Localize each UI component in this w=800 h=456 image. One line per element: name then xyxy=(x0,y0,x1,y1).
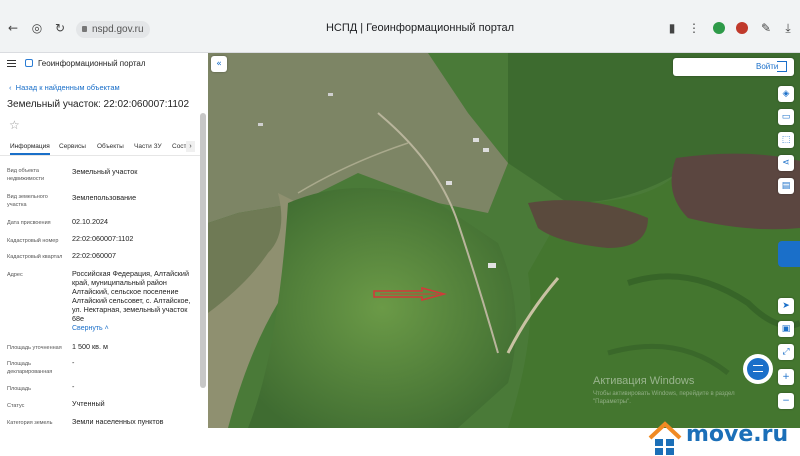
field-label: Дата присвоения xyxy=(7,220,51,226)
activation-watermark-text: Чтобы активировать Windows, перейдите в … xyxy=(593,391,735,405)
collapse-address-link[interactable]: Свернуть ˄ xyxy=(72,325,109,332)
field-value: Землепользование xyxy=(72,193,137,202)
tab-title: НСПД | Геоинформационный портал xyxy=(325,22,515,34)
extension-icon[interactable] xyxy=(736,22,748,34)
fullscreen-icon[interactable]: ⤢ xyxy=(778,344,794,360)
field-value: Учтенный xyxy=(72,399,105,408)
chat-icon xyxy=(747,358,769,380)
field-value: Земли населенных пунктов xyxy=(72,417,164,426)
activation-watermark-title: Активация Windows xyxy=(593,375,695,387)
select-area-icon[interactable]: ⬚ xyxy=(778,132,794,148)
field-label: Кадастровый номер xyxy=(7,238,59,244)
chat-button[interactable] xyxy=(743,354,773,384)
field-label: Площадь xyxy=(7,386,31,392)
field-value: Российская Федерация, Алтайский край, му… xyxy=(72,269,191,323)
bookmark-icon[interactable]: ▮ xyxy=(664,20,680,36)
field-value: - xyxy=(72,382,75,391)
field-label: Кадастровый квартал xyxy=(7,254,63,260)
share-icon[interactable]: ⋖ xyxy=(778,155,794,171)
image-icon[interactable]: ▣ xyxy=(778,321,794,337)
more-icon[interactable]: ⋮ xyxy=(686,20,702,36)
extensions-puzzle-icon[interactable]: ✎ xyxy=(758,20,774,36)
house-logo-icon xyxy=(648,421,682,455)
tab-services[interactable]: Сервисы xyxy=(59,143,86,150)
zoom-in-button[interactable]: + xyxy=(778,369,794,385)
field-label: Статус xyxy=(7,403,25,409)
page-title: Земельный участок: 22:02:060007:1102 xyxy=(7,99,190,110)
login-icon xyxy=(777,61,787,72)
field-label: Вид объекта недвижимости xyxy=(7,168,45,182)
tab-information[interactable]: Информация xyxy=(10,143,50,155)
field-value: 02.10.2024 xyxy=(72,217,108,226)
move-ru-logo: move.ru xyxy=(646,418,800,456)
login-button[interactable]: Войти xyxy=(673,58,794,76)
field-value: 1 500 кв. м xyxy=(72,342,108,351)
location-marker[interactable] xyxy=(372,287,448,301)
field-value: Земельный участок xyxy=(72,167,138,176)
tabs-next-button[interactable]: › xyxy=(186,141,195,152)
extension-icon[interactable] xyxy=(713,22,725,34)
profile-icon[interactable]: ◎ xyxy=(29,20,45,36)
panel-scrollbar[interactable] xyxy=(200,113,206,388)
field-label: Вид земельного участка xyxy=(7,194,48,208)
login-label: Войти xyxy=(756,62,779,71)
field-value: - xyxy=(72,358,75,367)
browser-toolbar: ← ◎ ↻ nspd.gov.ru НСПД | Геоинформационн… xyxy=(0,0,800,53)
lock-icon xyxy=(82,26,87,33)
field-label: Площадь уточненная xyxy=(7,345,62,351)
side-panel-tab[interactable] xyxy=(778,241,800,267)
download-icon[interactable]: ⤓ xyxy=(780,20,796,36)
info-tabs: Информация Сервисы Объекты Части ЗУ Сост… xyxy=(0,140,200,156)
reload-icon[interactable]: ↻ xyxy=(52,20,68,36)
object-info-panel: Геоинформационный портал ‹ Назад к найде… xyxy=(0,53,208,428)
field-label: Площадь декларированная xyxy=(7,361,53,375)
tab-parts[interactable]: Части ЗУ xyxy=(134,143,162,150)
address-bar[interactable]: nspd.gov.ru xyxy=(76,21,150,38)
satellite-imagery xyxy=(208,53,800,428)
field-value: 22:02:060007 xyxy=(72,251,116,260)
url-text: nspd.gov.ru xyxy=(92,24,144,35)
print-icon[interactable]: ▤ xyxy=(778,178,794,194)
favorite-star-icon[interactable]: ☆ xyxy=(9,118,20,132)
layers-icon[interactable]: ◈ xyxy=(778,86,794,102)
back-to-results-link[interactable]: ‹ Назад к найденным объектам xyxy=(9,83,120,92)
portal-name[interactable]: Геоинформационный портал xyxy=(38,59,146,68)
menu-icon[interactable] xyxy=(7,60,16,67)
my-location-icon[interactable]: ➤ xyxy=(778,298,794,314)
portal-logo-icon xyxy=(25,59,33,67)
ruler-icon[interactable]: ▭ xyxy=(778,109,794,125)
move-ru-text: move.ru xyxy=(686,422,789,447)
tab-objects[interactable]: Объекты xyxy=(97,143,124,150)
field-value: 22:02:060007:1102 xyxy=(72,234,134,243)
collapse-panel-button[interactable]: « xyxy=(211,56,227,72)
back-arrow-icon[interactable]: ← xyxy=(5,20,21,36)
field-label: Адрес xyxy=(7,272,23,278)
zoom-out-button[interactable]: − xyxy=(778,393,794,409)
satellite-map[interactable]: « Войти ◈ ▭ ⬚ ⋖ ▤ ➤ ▣ ⤢ + − Активация Wi… xyxy=(208,53,800,428)
field-label: Категория земель xyxy=(7,420,53,426)
tab-state[interactable]: Сост xyxy=(172,143,187,150)
